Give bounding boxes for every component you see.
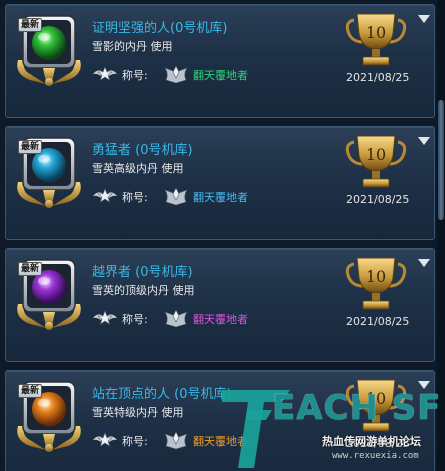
title-value: 翻天覆地者: [193, 191, 248, 204]
achievement-card[interactable]: 最新 勇猛者 (0号机库) 雪英高级内丹 使用 称号: 翻天覆地者 10 202…: [5, 126, 435, 240]
achievement-title: 勇猛者 (0号机库): [92, 143, 193, 158]
achievement-card[interactable]: 最新 证明坚强的人(0号机库) 雪影的内丹 使用 称号: 翻天覆地者 10 20…: [5, 4, 435, 118]
achievement-title: 越界者 (0号机库): [92, 265, 193, 280]
title-value: 翻天覆地者: [193, 313, 248, 326]
title-value: 翻天覆地者: [193, 69, 248, 82]
achievement-description: 雪英的顶级内丹 使用: [92, 284, 195, 297]
title-crest-icon: [164, 65, 188, 84]
title-crest-icon: [164, 431, 188, 450]
achievement-points: 10: [365, 267, 387, 286]
watermark-site-name: 热血传网游单机论坛: [322, 435, 421, 448]
expand-arrow-icon[interactable]: [418, 259, 430, 267]
achievement-points: 10: [365, 23, 387, 42]
achievement-title: 站在顶点的人 (0号机库): [92, 387, 232, 402]
expand-arrow-icon[interactable]: [418, 15, 430, 23]
title-label: 称号:: [122, 69, 148, 82]
new-badge: 最新: [18, 384, 43, 398]
achievement-card[interactable]: 最新 越界者 (0号机库) 雪英的顶级内丹 使用 称号: 翻天覆地者 10 20…: [5, 248, 435, 362]
title-label: 称号:: [122, 435, 148, 448]
wing-star-icon: [93, 188, 117, 203]
expand-arrow-icon[interactable]: [418, 137, 430, 145]
achievement-title: 证明坚强的人(0号机库): [92, 21, 228, 36]
title-crest-icon: [164, 187, 188, 206]
new-badge: 最新: [18, 140, 43, 154]
title-crest-icon: [164, 309, 188, 328]
scrollbar-thumb[interactable]: [438, 100, 444, 220]
achievement-date: 2021/08/25: [346, 71, 410, 84]
title-value: 翻天覆地者: [193, 435, 248, 448]
wing-star-icon: [93, 66, 117, 81]
achievement-points: 10: [365, 145, 387, 164]
new-badge: 最新: [18, 262, 43, 276]
title-label: 称号:: [122, 313, 148, 326]
watermark-text: EACH SF: [272, 388, 442, 428]
title-label: 称号:: [122, 191, 148, 204]
watermark-url: www.rexuexia.com: [332, 451, 419, 461]
achievement-description: 雪英高级内丹 使用: [92, 162, 184, 175]
achievement-date: 2021/08/25: [346, 315, 410, 328]
new-badge: 最新: [18, 18, 43, 32]
wing-star-icon: [93, 432, 117, 447]
wing-star-icon: [93, 310, 117, 325]
achievement-date: 2021/08/25: [346, 193, 410, 206]
achievement-description: 雪影的内丹 使用: [92, 40, 173, 53]
achievement-description: 雪英特级内丹 使用: [92, 406, 184, 419]
